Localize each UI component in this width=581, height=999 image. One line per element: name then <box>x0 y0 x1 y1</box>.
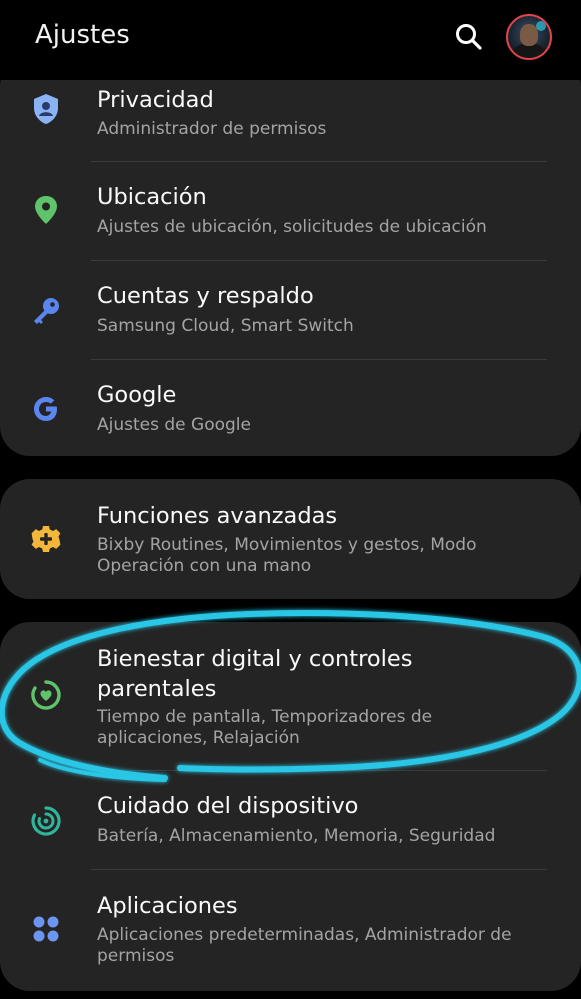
gear-plus-icon <box>28 521 64 557</box>
settings-item-title: Privacidad <box>97 87 214 113</box>
profile-avatar[interactable] <box>506 14 552 60</box>
settings-item-subtitle: Tiempo de pantalla, Temporizadores de ap… <box>97 707 433 748</box>
key-icon <box>28 293 64 329</box>
settings-item-title: Ubicación <box>97 184 207 210</box>
device-care-icon <box>28 803 64 839</box>
settings-item-ubicacion[interactable]: Ubicación Ajustes de ubicación, solicitu… <box>0 162 581 260</box>
search-icon[interactable] <box>452 20 486 54</box>
settings-item-google[interactable]: Google Ajustes de Google <box>0 360 581 456</box>
google-icon <box>28 391 64 427</box>
settings-item-title: Bienestar digital y controles parentales <box>97 646 413 702</box>
apps-grid-icon <box>28 911 64 947</box>
settings-item-subtitle: Administrador de permisos <box>97 119 327 139</box>
settings-item-cuentas[interactable]: Cuentas y respaldo Samsung Cloud, Smart … <box>0 261 581 359</box>
settings-item-subtitle: Samsung Cloud, Smart Switch <box>97 316 354 336</box>
settings-item-subtitle: Bixby Routines, Movimientos y gestos, Mo… <box>97 535 477 576</box>
settings-item-subtitle: Ajustes de Google <box>97 415 251 435</box>
settings-item-title: Aplicaciones <box>97 893 238 919</box>
page-title: Ajustes <box>35 20 130 50</box>
settings-item-funciones-avanzadas[interactable]: Funciones avanzadas Bixby Routines, Movi… <box>0 479 581 599</box>
app-header: Ajustes <box>0 0 581 80</box>
shield-person-icon <box>28 91 64 127</box>
settings-group-3: Bienestar digital y controles parentales… <box>0 622 581 991</box>
settings-item-bienestar-digital[interactable]: Bienestar digital y controles parentales… <box>0 622 581 770</box>
settings-item-subtitle: Aplicaciones predeterminadas, Administra… <box>97 925 512 966</box>
settings-item-aplicaciones[interactable]: Aplicaciones Aplicaciones predeterminada… <box>0 870 581 991</box>
settings-item-subtitle: Batería, Almacenamiento, Memoria, Seguri… <box>97 826 496 846</box>
settings-item-cuidado-dispositivo[interactable]: Cuidado del dispositivo Batería, Almacen… <box>0 771 581 869</box>
settings-item-title: Funciones avanzadas <box>97 503 338 529</box>
wellbeing-heart-icon <box>28 677 64 713</box>
settings-group-2: Funciones avanzadas Bixby Routines, Movi… <box>0 479 581 599</box>
settings-item-title: Google <box>97 382 177 408</box>
settings-item-title: Cuidado del dispositivo <box>97 793 359 819</box>
settings-item-subtitle: Ajustes de ubicación, solicitudes de ubi… <box>97 217 487 237</box>
settings-group-1: Privacidad Administrador de permisos Ubi… <box>0 57 581 456</box>
settings-item-title: Cuentas y respaldo <box>97 283 314 309</box>
location-pin-icon <box>28 192 64 228</box>
